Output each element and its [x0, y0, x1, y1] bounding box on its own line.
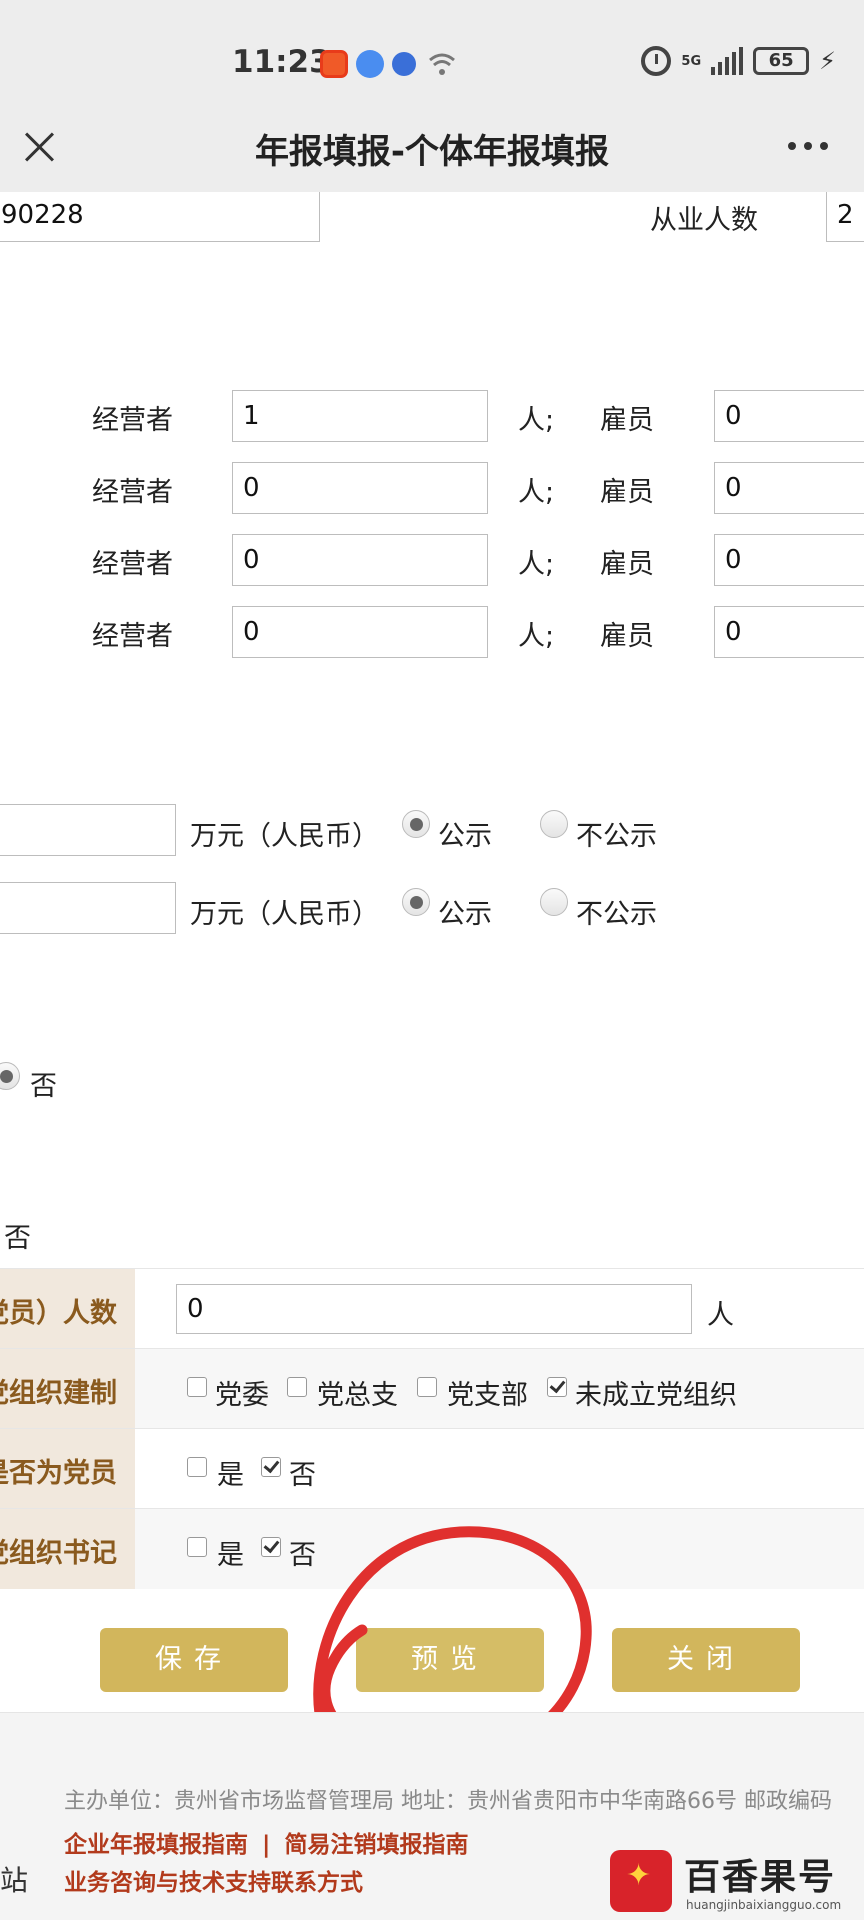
row-header: 党组织建制	[0, 1349, 135, 1429]
operator-count-input[interactable]: 0	[232, 462, 488, 514]
watermark: 百香果号 huangjinbaixiangguo.com	[610, 1848, 864, 1920]
guide-links: 企业年报填报指南 | 简易注销填报指南	[64, 1825, 468, 1859]
employee-count-input[interactable]: 0	[714, 390, 864, 442]
radio-public[interactable]	[402, 888, 430, 916]
operator-count-input[interactable]: 1	[232, 390, 488, 442]
public-label: 公示	[438, 899, 492, 930]
close-icon[interactable]	[22, 128, 58, 164]
checkbox-yes[interactable]	[187, 1537, 207, 1557]
option-label: 是	[217, 1460, 244, 1491]
checkbox-party-committee[interactable]	[187, 1377, 207, 1397]
more-icon[interactable]	[788, 142, 828, 150]
watermark-logo-icon	[610, 1850, 672, 1912]
operator-label: 经营者	[92, 549, 173, 580]
checkbox-yes[interactable]	[187, 1457, 207, 1477]
radio-no[interactable]	[0, 1062, 20, 1090]
option-label: 否	[289, 1460, 316, 1491]
amount-input[interactable]	[0, 882, 176, 934]
radio-not-public[interactable]	[540, 888, 568, 916]
unit-label: 人;	[518, 621, 555, 652]
row-header: 党组织书记	[0, 1509, 135, 1589]
checkbox-no-org[interactable]	[547, 1377, 567, 1397]
enterprise-guide-link[interactable]: 企业年报填报指南	[64, 1832, 248, 1858]
employee-label: 雇员	[600, 405, 654, 436]
baidu-paw-icon	[392, 52, 416, 76]
watermark-url: huangjinbaixiangguo.com	[686, 1898, 842, 1912]
unit-label: 人;	[518, 549, 555, 580]
table-row-is-member: 是否为党员 是 否	[0, 1428, 864, 1509]
party-members-input[interactable]: 0	[176, 1284, 692, 1334]
edge-text: 站	[0, 1864, 29, 1897]
support-contact-link[interactable]: 业务咨询与技术支持联系方式	[64, 1863, 363, 1897]
charging-icon: ⚡	[819, 47, 836, 75]
app-icon-orange	[320, 50, 348, 78]
no-text: 否	[4, 1223, 31, 1254]
employees-label: 从业人数	[650, 205, 758, 236]
operator-label: 经营者	[92, 621, 173, 652]
save-button[interactable]: 保存	[100, 1628, 288, 1692]
network-type: 5G	[681, 53, 702, 69]
operator-label: 经营者	[92, 405, 173, 436]
unit-label: 人;	[518, 477, 555, 508]
separator: |	[262, 1832, 271, 1858]
amount-input[interactable]	[0, 804, 176, 856]
status-time: 11:23	[232, 44, 331, 80]
option-label: 未成立党组织	[575, 1380, 737, 1411]
not-public-label: 不公示	[576, 821, 657, 852]
unit-label: 人	[707, 1300, 734, 1331]
option-label: 党委	[215, 1380, 269, 1411]
radio-public[interactable]	[402, 810, 430, 838]
employees-field[interactable]: 2	[826, 192, 864, 242]
employee-count-input[interactable]: 0	[714, 606, 864, 658]
option-label: 党总支	[317, 1380, 398, 1411]
table-row-party-members: 党员）人数 0 人	[0, 1268, 864, 1349]
employee-label: 雇员	[600, 621, 654, 652]
currency-unit-label: 万元（人民币）	[190, 821, 379, 852]
employee-count-input[interactable]: 0	[714, 534, 864, 586]
checkbox-general-branch[interactable]	[287, 1377, 307, 1397]
radio-not-public[interactable]	[540, 810, 568, 838]
employee-label: 雇员	[600, 477, 654, 508]
employee-count-input[interactable]: 0	[714, 462, 864, 514]
row-header: 是否为党员	[0, 1429, 135, 1509]
not-public-label: 不公示	[576, 899, 657, 930]
battery-icon: 65	[753, 47, 810, 75]
simple-deregistration-guide-link[interactable]: 简易注销填报指南	[284, 1832, 468, 1858]
operator-count-input[interactable]: 0	[232, 606, 488, 658]
close-button[interactable]: 关闭	[612, 1628, 800, 1692]
partial-field[interactable]: 90228	[0, 192, 320, 242]
operator-label: 经营者	[92, 477, 173, 508]
currency-unit-label: 万元（人民币）	[190, 899, 379, 930]
checkbox-no[interactable]	[261, 1537, 281, 1557]
employee-label: 雇员	[600, 549, 654, 580]
status-bar: 11:23 5G 65 ⚡	[0, 0, 864, 120]
page-title: 年报填报-个体年报填报	[254, 132, 610, 172]
no-radio-label: 否	[30, 1071, 57, 1102]
table-row-party-org: 党组织建制 党委 党总支 党支部 未成立党组织	[0, 1348, 864, 1429]
unit-label: 人;	[518, 405, 555, 436]
title-bar: 年报填报-个体年报填报	[0, 120, 864, 192]
row-header: 党员）人数	[0, 1269, 135, 1349]
operator-count-input[interactable]: 0	[232, 534, 488, 586]
sponsor-info: 主办单位：贵州省市场监督管理局 地址：贵州省贵阳市中华南路66号 邮政编码	[64, 1789, 832, 1814]
public-label: 公示	[438, 821, 492, 852]
music-icon	[356, 50, 384, 78]
wifi-icon	[428, 50, 456, 78]
alarm-icon	[641, 46, 672, 76]
option-label: 是	[217, 1540, 244, 1571]
signal-icon	[711, 47, 744, 75]
checkbox-no[interactable]	[261, 1457, 281, 1477]
watermark-name: 百香果号	[684, 1857, 837, 1898]
option-label: 党支部	[447, 1380, 528, 1411]
checkbox-branch[interactable]	[417, 1377, 437, 1397]
